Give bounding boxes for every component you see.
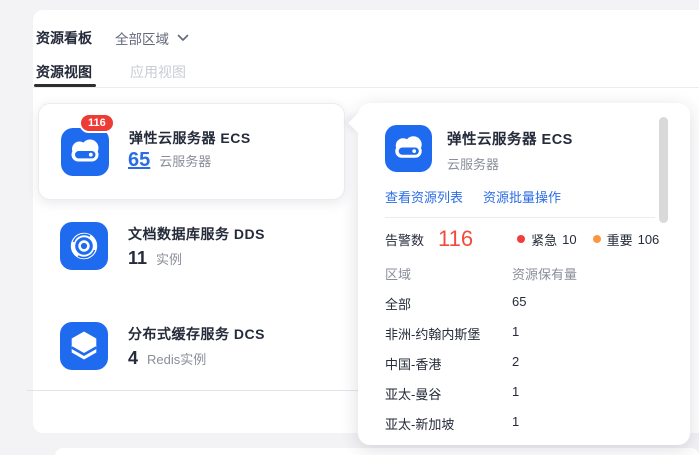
region-count: 1 [512,384,520,399]
major-label: 重要 [606,232,633,248]
chevron-down-icon [177,34,189,41]
dds-count-unit: 实例 [156,252,183,267]
next-section-panel [55,448,699,455]
card-title-ecs: 弹性云服务器 ECS [129,130,251,146]
tab-resource-view[interactable]: 资源视图 [36,62,92,82]
dcs-hexagon-icon [60,322,108,370]
region-count: 65 [512,294,527,309]
tab-application-view[interactable]: 应用视图 [130,62,186,82]
popup-divider [385,217,655,218]
region-table-header: 区域 资源保有量 [385,264,665,283]
ecs-count-link[interactable]: 65 [128,149,150,172]
ecs-cloud-server-icon [61,128,109,176]
region-name: 亚太-曼谷 [385,387,442,402]
ecs-cloud-server-icon [385,125,432,172]
severity-critical: 紧急 10 [517,230,577,249]
alarm-count-label: 告警数 [385,232,425,248]
ecs-detail-popup: 弹性云服务器 ECS 云服务器 查看资源列表 资源批量操作 告警数 116 紧急… [348,103,690,445]
tabs-divider [33,87,699,88]
dcs-count: 4 [128,348,139,368]
popup-title: 弹性云服务器 ECS [447,132,573,148]
region-name: 非洲-约翰内斯堡 [385,327,481,342]
card-dds[interactable]: 文档数据库服务 DDS 11 实例 [38,215,345,295]
card-title-dds: 文档数据库服务 DDS [128,226,265,242]
card-dcs[interactable]: 分布式缓存服务 DCS 4 Redis实例 [38,315,345,395]
resource-dashboard-screen: 资源看板 全部区域 资源视图 应用视图 116 弹性云服务器 ECS 65 云服… [0,0,699,455]
popup-subtitle: 云服务器 [447,157,500,172]
table-row: 亚太-新加坡 1 [385,414,665,433]
table-row: 亚太-曼谷 1 [385,384,665,403]
dds-swirl-icon [60,222,108,270]
region-name: 中国-香港 [385,357,442,372]
severity-major: 重要 106 [592,230,660,249]
region-count: 1 [512,324,520,339]
region-selector[interactable]: 全部区域 [115,28,189,48]
alarm-summary-row: 告警数 116 紧急 10 重要 106 [385,225,659,253]
alarm-count-badge: 116 [79,113,115,133]
card-ecs[interactable]: 116 弹性云服务器 ECS 65 云服务器 [38,103,345,200]
critical-label: 紧急 [531,232,558,248]
major-dot-icon [592,235,601,243]
critical-count: 10 [562,231,577,247]
region-count: 2 [512,354,520,369]
region-count: 1 [512,414,520,429]
region-selector-value: 全部区域 [115,32,169,47]
critical-dot-icon [517,235,526,243]
region-name: 亚太-新加坡 [385,417,455,432]
major-count: 106 [637,231,660,247]
resource-batch-operation-link[interactable]: 资源批量操作 [483,187,561,206]
alarm-count-value: 116 [438,226,474,251]
dds-count: 11 [128,248,148,268]
ecs-count-unit: 云服务器 [159,154,212,169]
dcs-count-unit: Redis实例 [147,352,207,367]
region-name: 全部 [385,297,412,312]
view-resource-list-link[interactable]: 查看资源列表 [385,187,463,206]
table-row: 非洲-约翰内斯堡 1 [385,324,665,343]
region-column-header: 区域 [385,267,412,282]
popup-scrollbar[interactable] [659,117,668,223]
page-title: 资源看板 [36,30,92,46]
table-row: 全部 65 [385,294,665,313]
table-row: 中国-香港 2 [385,354,665,373]
holdings-column-header: 资源保有量 [512,267,578,282]
card-title-dcs: 分布式缓存服务 DCS [128,326,265,342]
